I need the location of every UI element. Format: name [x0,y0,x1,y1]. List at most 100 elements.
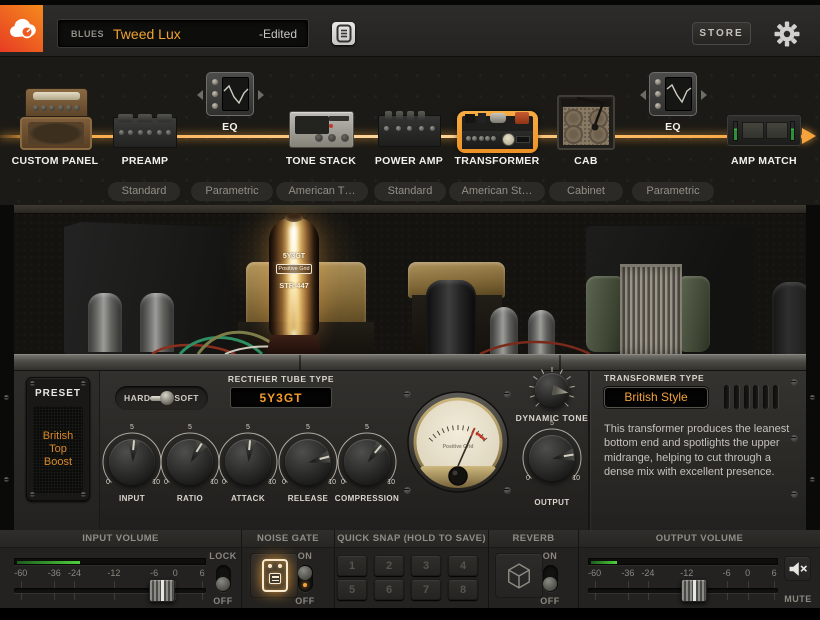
quick-snap-1[interactable]: 1 [337,555,367,576]
power-amp-thumb[interactable] [378,115,441,147]
toggle-lever-icon [151,390,175,406]
output-volume-fader[interactable]: -60-36-24-12-606 [588,548,778,608]
signal-chain-arrow [802,128,816,144]
preset-category: BLUES [71,29,104,39]
quick-snap-section: 1 2 3 4 5 6 7 8 [335,548,489,608]
quick-snap-title: QUICK SNAP (HOLD TO SAVE) [335,530,489,548]
right-frame [806,205,820,530]
input-volume-title: INPUT VOLUME [0,530,242,548]
quick-snap-3[interactable]: 3 [411,555,441,576]
quick-snap-8[interactable]: 8 [448,579,478,600]
store-button[interactable]: STORE [692,22,751,45]
quick-snap-2[interactable]: 2 [374,555,404,576]
top-bar: BLUES Tweed Lux -Edited STORE [0,5,820,57]
noise-gate-toggle[interactable]: ON OFF [278,551,332,606]
custom-panel-thumb-cab[interactable] [20,117,92,150]
hard-soft-switch[interactable]: HARD SOFT [115,386,208,410]
preset-plate[interactable]: PRESET British Top Boost [26,377,90,501]
output-volume-title: OUTPUT VOLUME [579,530,820,548]
quick-snap-7[interactable]: 7 [411,579,441,600]
input-level-meter [14,558,206,565]
app-logo[interactable] [0,5,43,52]
chain-item-eq1[interactable]: EQ [180,121,280,133]
rectifier-type-display[interactable]: 5Y3GT [230,387,332,408]
transformer-info-panel: TRANSFORMER TYPE British Style This tran… [588,371,806,530]
reverb-section: ON OFF [489,548,579,608]
photo-wires [0,205,820,354]
variant-chip-eq1[interactable]: Parametric [191,182,273,201]
eq2-next-arrow[interactable] [701,90,707,100]
transformer-description: This transformer produces the leanest bo… [604,422,800,479]
settings-gear-icon[interactable] [774,21,800,47]
preset-menu-button[interactable] [332,22,355,45]
variant-chip-tone-stack[interactable]: American T… [276,182,368,201]
chain-item-amp-match[interactable]: AMP MATCH [714,155,814,167]
chain-item-custom-panel[interactable]: CUSTOM PANEL [0,155,110,167]
compression-knob[interactable] [344,439,390,485]
tube-code-label: STR 447 [269,281,319,290]
preset-plate-name: British Top Boost [33,406,83,493]
noise-gate-title: NOISE GATE [242,530,335,548]
preset-edited-flag: -Edited [259,27,297,41]
output-volume-section: -60-36-24-12-606 MUTE [579,548,820,608]
panel-top-rail [0,354,820,371]
chain-item-preamp[interactable]: PREAMP [95,155,195,167]
eq1-prev-arrow[interactable] [197,90,203,100]
amp-internals-photo: 5Y3GT Positive Grid STR 447 [0,205,820,354]
bottom-bar: INPUT VOLUME NOISE GATE QUICK SNAP (HOLD… [0,530,820,608]
output-knob[interactable] [529,435,575,481]
variant-chip-cab[interactable]: Cabinet [549,182,623,201]
amp-match-thumb[interactable] [727,115,801,146]
variant-chip-preamp[interactable]: Standard [108,182,180,201]
compression-knob-unit: 5 0 10 COMPRESSION [335,430,399,510]
quick-snap-4[interactable]: 4 [448,555,478,576]
output-level-meter [588,558,778,565]
variant-chip-transformer[interactable]: American St… [449,182,545,201]
transformer-type-display[interactable]: British Style [604,387,708,408]
input-knob[interactable] [109,439,155,485]
chain-item-cab[interactable]: CAB [546,155,626,167]
reverb-toggle[interactable]: ON OFF [523,551,577,606]
tube-brand-badge: Positive Grid [276,264,312,274]
mute-label: MUTE [775,594,820,604]
variant-chip-power-amp[interactable]: Standard [374,182,446,201]
output-fader-handle[interactable] [681,579,707,602]
preset-plate-title: PRESET [27,388,89,399]
input-fader-handle[interactable] [149,579,175,602]
quick-snap-5[interactable]: 5 [337,579,367,600]
eq2-prev-arrow[interactable] [640,90,646,100]
list-icon [334,23,354,44]
eq1-next-arrow[interactable] [258,90,264,100]
hard-label: HARD [124,393,151,403]
input-volume-fader[interactable]: -60-36-24-12-606 [14,548,206,608]
soft-label: SOFT [174,393,199,403]
rectifier-tube: 5Y3GT Positive Grid STR 447 [269,213,319,354]
release-knob[interactable] [285,439,331,485]
control-panel: PRESET British Top Boost HARD SOFT RECTI… [14,371,806,530]
dynamic-tone-knob[interactable] [535,373,569,407]
eq2-thumb[interactable] [649,72,697,116]
eq1-thumb[interactable] [206,72,254,116]
attack-knob[interactable] [225,439,271,485]
mute-button[interactable] [784,556,811,581]
ratio-knob[interactable] [167,439,213,485]
input-volume-section: -60-36-24-12-606 LOCK OFF [0,548,242,608]
input-fader-track[interactable] [14,588,206,593]
tone-stack-thumb[interactable] [289,111,354,148]
transformer-type-label: TRANSFORMER TYPE [604,373,724,383]
vu-meter: Positive Grid [406,388,510,500]
left-frame [0,205,14,530]
transformer-thumb-selected[interactable] [457,111,538,153]
variant-chip-eq2[interactable]: Parametric [632,182,714,201]
cab-thumb[interactable] [557,95,615,150]
preset-name-field[interactable]: BLUES Tweed Lux -Edited [58,20,308,47]
reverb-title: REVERB [489,530,579,548]
preamp-thumb[interactable] [113,117,177,148]
quick-snap-6[interactable]: 6 [374,579,404,600]
custom-panel-thumb-head[interactable] [25,88,88,117]
chain-item-eq2[interactable]: EQ [623,121,723,133]
signal-chain: CUSTOM PANEL PREAMP EQ TONE STACK POWER … [0,57,820,205]
bias-amp-app: BLUES Tweed Lux -Edited STORE [0,0,820,620]
chain-item-transformer[interactable]: TRANSFORMER [442,155,552,167]
rectifier-type-label: RECTIFIER TUBE TYPE [206,374,356,384]
